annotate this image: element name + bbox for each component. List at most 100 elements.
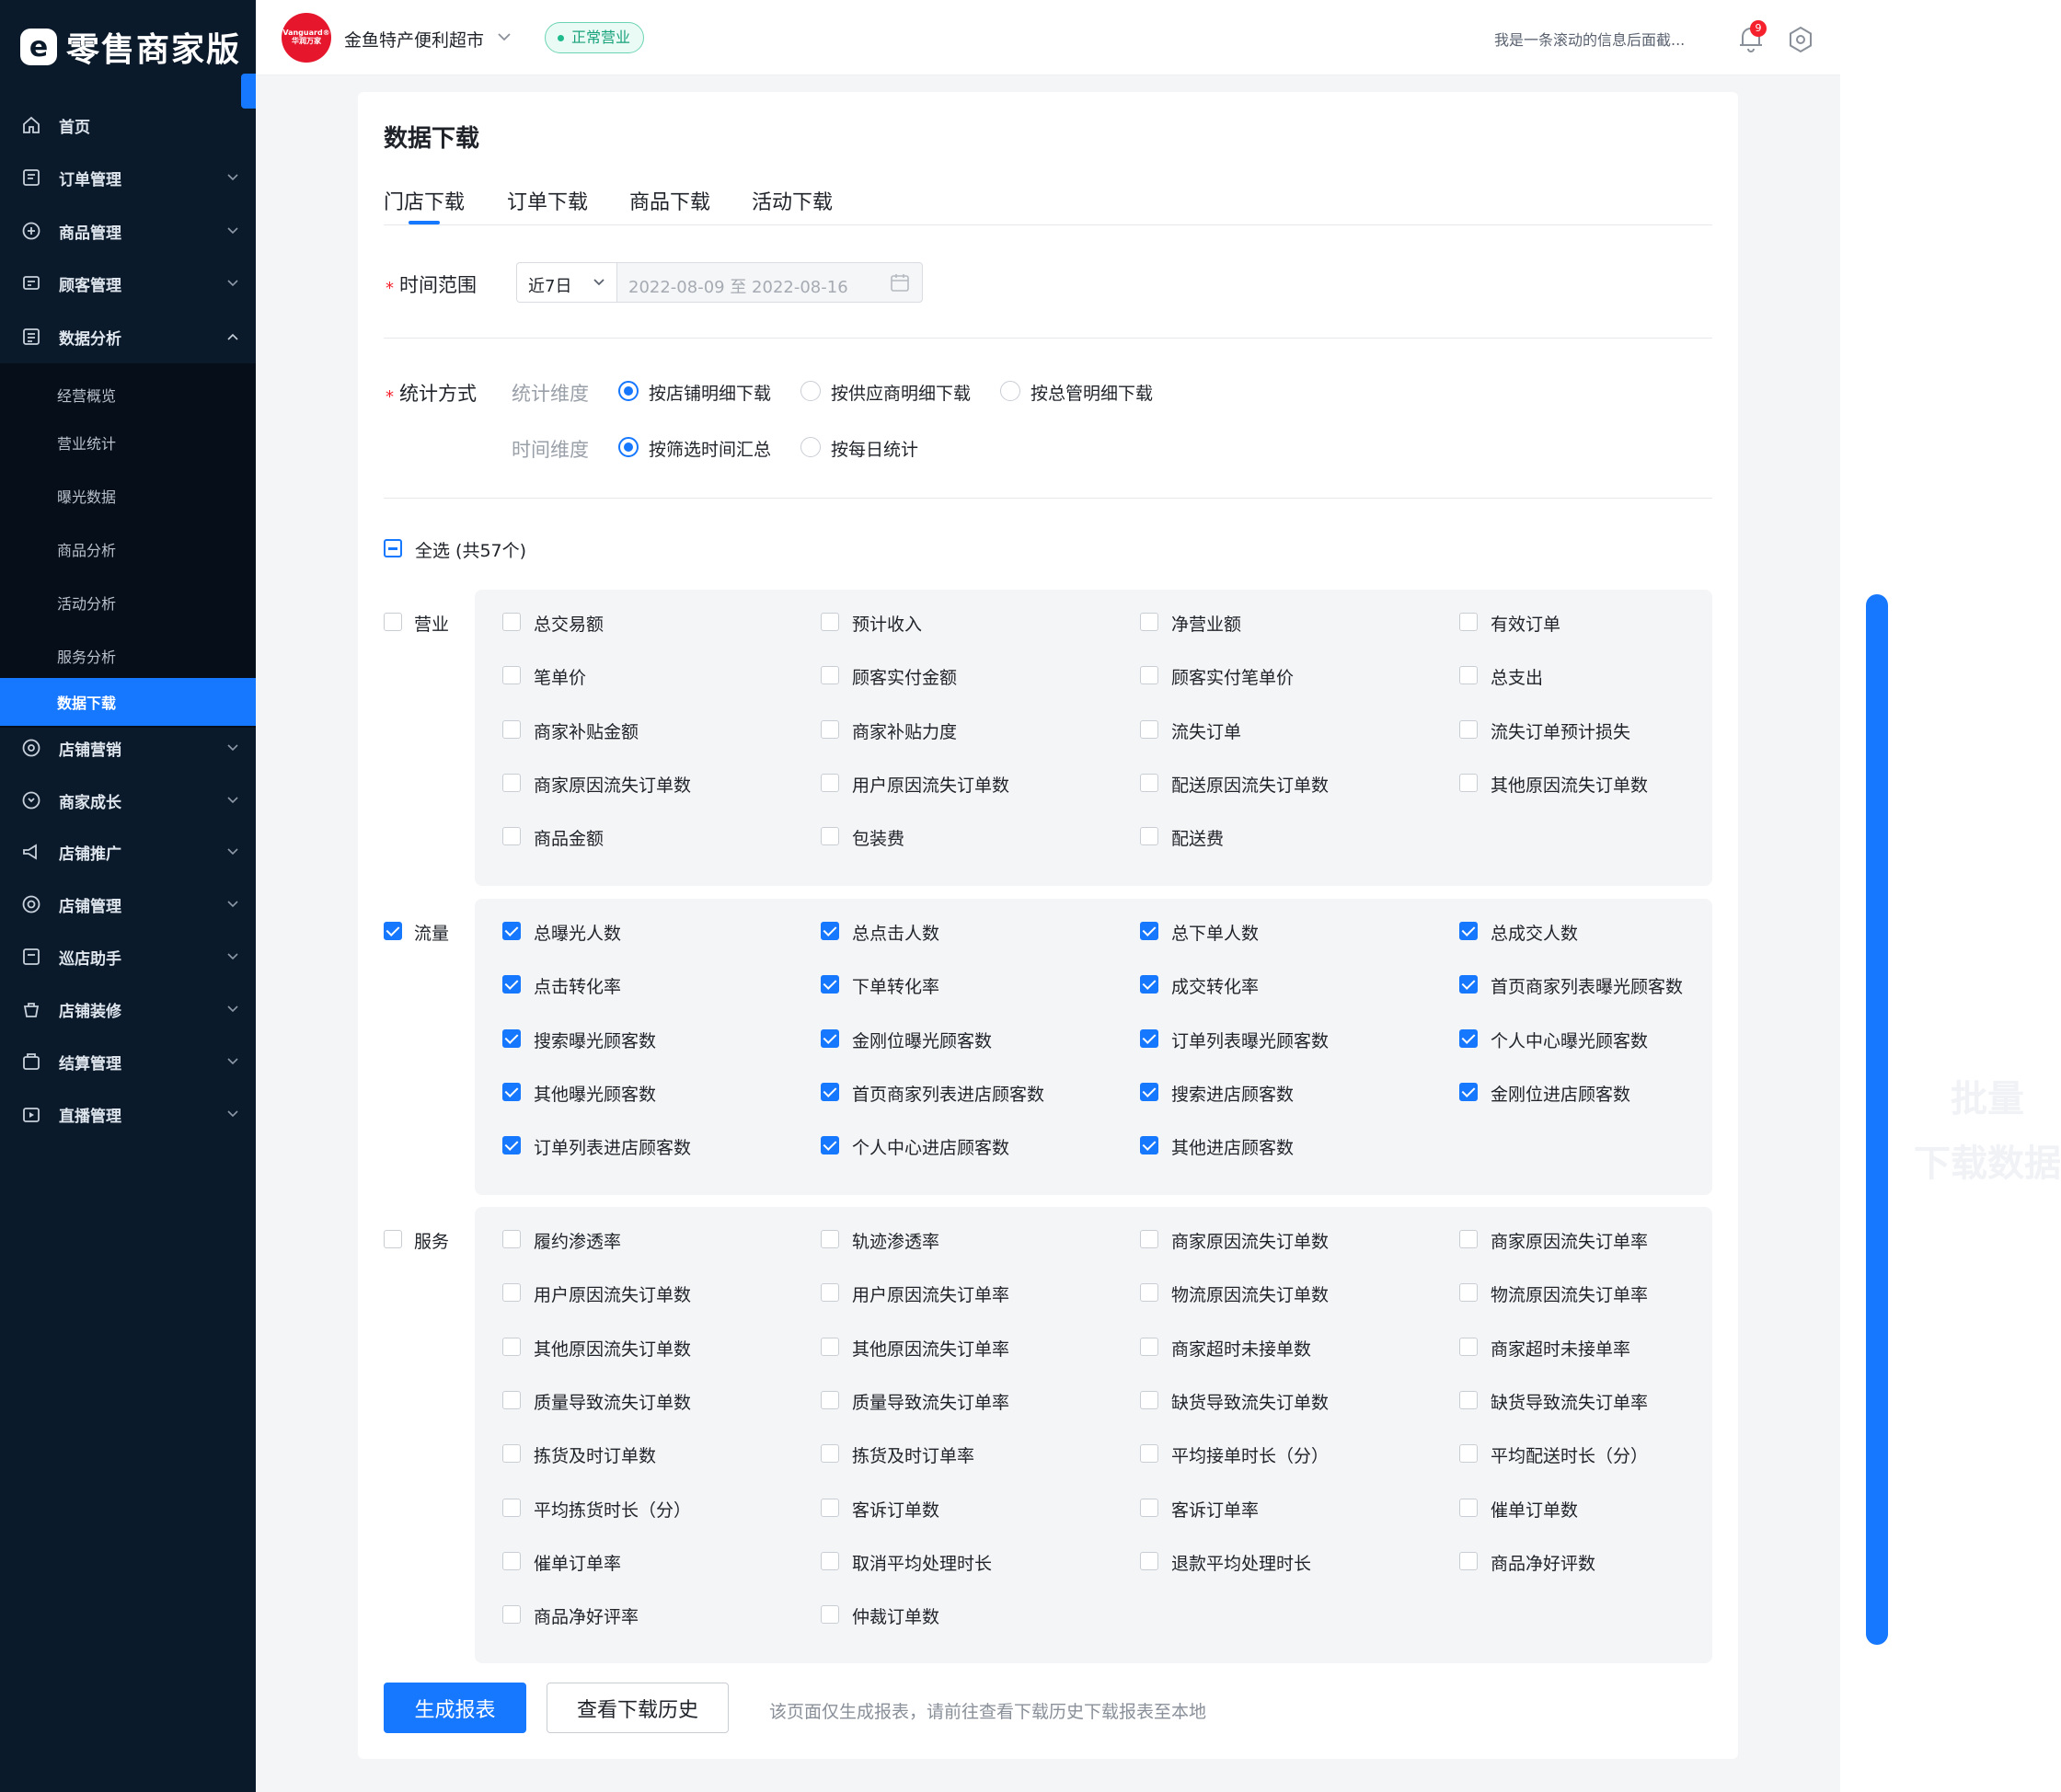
metric-label[interactable]: 商家原因流失订单率 xyxy=(1491,1228,1648,1253)
metric-checkbox[interactable] xyxy=(821,1444,839,1463)
metric-label[interactable]: 其他原因流失订单数 xyxy=(1491,772,1648,797)
metric-label[interactable]: 平均配送时长（分） xyxy=(1491,1442,1648,1467)
radio-label[interactable]: 按店铺明细下载 xyxy=(649,380,771,405)
metric-label[interactable]: 有效订单 xyxy=(1491,611,1560,636)
time-range-select[interactable]: 近7日 xyxy=(516,262,617,303)
download-history-button[interactable]: 查看下载历史 xyxy=(547,1683,729,1733)
metric-label[interactable]: 物流原因流失订单率 xyxy=(1491,1281,1648,1306)
metric-label[interactable]: 用户原因流失订单数 xyxy=(534,1281,691,1306)
sidebar-item-store-decoration[interactable]: 店铺装修 xyxy=(0,982,256,1036)
metric-label[interactable]: 客诉订单率 xyxy=(1171,1497,1259,1522)
sidebar-subitem-product-analysis[interactable]: 商品分析 xyxy=(0,525,256,573)
metric-label[interactable]: 质量导致流失订单率 xyxy=(852,1389,1009,1414)
sidebar-subitem-service-analysis[interactable]: 服务分析 xyxy=(0,632,256,680)
metric-label[interactable]: 平均接单时长（分） xyxy=(1171,1442,1329,1467)
metric-label[interactable]: 退款平均处理时长 xyxy=(1171,1550,1311,1575)
metric-label[interactable]: 顾客实付金额 xyxy=(852,664,957,689)
metric-label[interactable]: 物流原因流失订单数 xyxy=(1171,1281,1329,1306)
sidebar-item-live[interactable]: 直播管理 xyxy=(0,1087,256,1141)
metric-label[interactable]: 流失订单预计损失 xyxy=(1491,718,1630,743)
metric-checkbox[interactable] xyxy=(502,827,521,845)
metric-checkbox[interactable] xyxy=(821,1552,839,1570)
metric-label[interactable]: 个人中心曝光顾客数 xyxy=(1491,1028,1648,1052)
metric-checkbox[interactable] xyxy=(821,1029,839,1048)
sidebar-item-patrol-assistant[interactable]: 巡店助手 xyxy=(0,930,256,983)
group-traffic-checkbox[interactable] xyxy=(384,922,402,940)
metric-checkbox[interactable] xyxy=(821,1230,839,1248)
metric-checkbox[interactable] xyxy=(821,1338,839,1356)
metric-label[interactable]: 总支出 xyxy=(1491,664,1543,689)
metric-checkbox[interactable] xyxy=(502,1391,521,1409)
metric-label[interactable]: 订单列表曝光顾客数 xyxy=(1171,1028,1329,1052)
metric-label[interactable]: 缺货导致流失订单率 xyxy=(1491,1389,1648,1414)
metric-checkbox[interactable] xyxy=(1140,827,1158,845)
sidebar-item-orders[interactable]: 订单管理 xyxy=(0,151,256,204)
metric-checkbox[interactable] xyxy=(1140,1230,1158,1248)
metric-checkbox[interactable] xyxy=(1140,1391,1158,1409)
metric-checkbox[interactable] xyxy=(1140,975,1158,994)
metric-checkbox[interactable] xyxy=(502,1029,521,1048)
metric-checkbox[interactable] xyxy=(821,1499,839,1517)
metric-checkbox[interactable] xyxy=(1459,1499,1478,1517)
metric-checkbox[interactable] xyxy=(1140,1338,1158,1356)
metric-label[interactable]: 包装费 xyxy=(852,825,904,850)
metric-label[interactable]: 质量导致流失订单数 xyxy=(534,1389,691,1414)
metric-checkbox[interactable] xyxy=(821,827,839,845)
metric-label[interactable]: 其他原因流失订单数 xyxy=(534,1336,691,1361)
metric-label[interactable]: 顾客实付笔单价 xyxy=(1171,664,1294,689)
metric-label[interactable]: 净营业额 xyxy=(1171,611,1241,636)
metric-label[interactable]: 商品净好评数 xyxy=(1491,1550,1595,1575)
scrolling-notice[interactable]: 我是一条滚动的信息后面截... xyxy=(1494,28,1685,50)
metric-label[interactable]: 总交易额 xyxy=(534,611,604,636)
metric-checkbox[interactable] xyxy=(502,1083,521,1101)
metric-checkbox[interactable] xyxy=(1140,1136,1158,1154)
group-business-checkbox[interactable] xyxy=(384,613,402,631)
metric-label[interactable]: 总下单人数 xyxy=(1171,920,1259,945)
metric-label[interactable]: 用户原因流失订单率 xyxy=(852,1281,1009,1306)
metric-label[interactable]: 拣货及时订单率 xyxy=(852,1442,974,1467)
scrollbar-thumb[interactable] xyxy=(1866,594,1888,1645)
sidebar-subitem-exposure[interactable]: 曝光数据 xyxy=(0,472,256,520)
metric-checkbox[interactable] xyxy=(821,1391,839,1409)
metric-checkbox[interactable] xyxy=(502,1605,521,1624)
metric-checkbox[interactable] xyxy=(821,720,839,739)
metric-checkbox[interactable] xyxy=(821,1283,839,1302)
metric-label[interactable]: 缺货导致流失订单数 xyxy=(1171,1389,1329,1414)
metric-checkbox[interactable] xyxy=(821,1083,839,1101)
sidebar-subitem-overview[interactable]: 经营概览 xyxy=(0,371,256,419)
sidebar-item-products[interactable]: 商品管理 xyxy=(0,204,256,258)
metric-checkbox[interactable] xyxy=(1140,922,1158,940)
metric-checkbox[interactable] xyxy=(1459,1391,1478,1409)
metric-label[interactable]: 取消平均处理时长 xyxy=(852,1550,992,1575)
metric-checkbox[interactable] xyxy=(1459,613,1478,631)
metric-checkbox[interactable] xyxy=(821,613,839,631)
metric-checkbox[interactable] xyxy=(502,666,521,684)
metric-checkbox[interactable] xyxy=(1140,613,1158,631)
metric-label[interactable]: 配送费 xyxy=(1171,825,1224,850)
sidebar-item-data-analysis[interactable]: 数据分析 xyxy=(0,310,256,363)
tab-product-download[interactable]: 商品下载 xyxy=(629,186,710,215)
metric-checkbox[interactable] xyxy=(1140,1499,1158,1517)
metric-label[interactable]: 催单订单数 xyxy=(1491,1497,1578,1522)
metric-checkbox[interactable] xyxy=(1140,1029,1158,1048)
metric-checkbox[interactable] xyxy=(1459,774,1478,792)
radio-label[interactable]: 按总管明细下载 xyxy=(1030,380,1153,405)
metric-checkbox[interactable] xyxy=(502,1230,521,1248)
metric-label[interactable]: 商家补贴力度 xyxy=(852,718,957,743)
metric-label[interactable]: 搜索进店顾客数 xyxy=(1171,1081,1294,1106)
metric-checkbox[interactable] xyxy=(502,1136,521,1154)
radio-store-detail[interactable] xyxy=(618,381,639,401)
group-traffic-label[interactable]: 流量 xyxy=(414,920,449,945)
metric-label[interactable]: 配送原因流失订单数 xyxy=(1171,772,1329,797)
metric-checkbox[interactable] xyxy=(502,1338,521,1356)
metric-label[interactable]: 商家超时未接单率 xyxy=(1491,1336,1630,1361)
metric-checkbox[interactable] xyxy=(1459,975,1478,994)
metric-checkbox[interactable] xyxy=(1140,774,1158,792)
metric-label[interactable]: 其他进店顾客数 xyxy=(1171,1134,1294,1159)
metric-label[interactable]: 下单转化率 xyxy=(852,973,939,998)
group-service-checkbox[interactable] xyxy=(384,1230,402,1248)
sidebar-subitem-activity-analysis[interactable]: 活动分析 xyxy=(0,579,256,626)
metric-label[interactable]: 总成交人数 xyxy=(1491,920,1578,945)
chevron-down-icon[interactable] xyxy=(497,31,512,42)
metric-label[interactable]: 金刚位进店顾客数 xyxy=(1491,1081,1630,1106)
